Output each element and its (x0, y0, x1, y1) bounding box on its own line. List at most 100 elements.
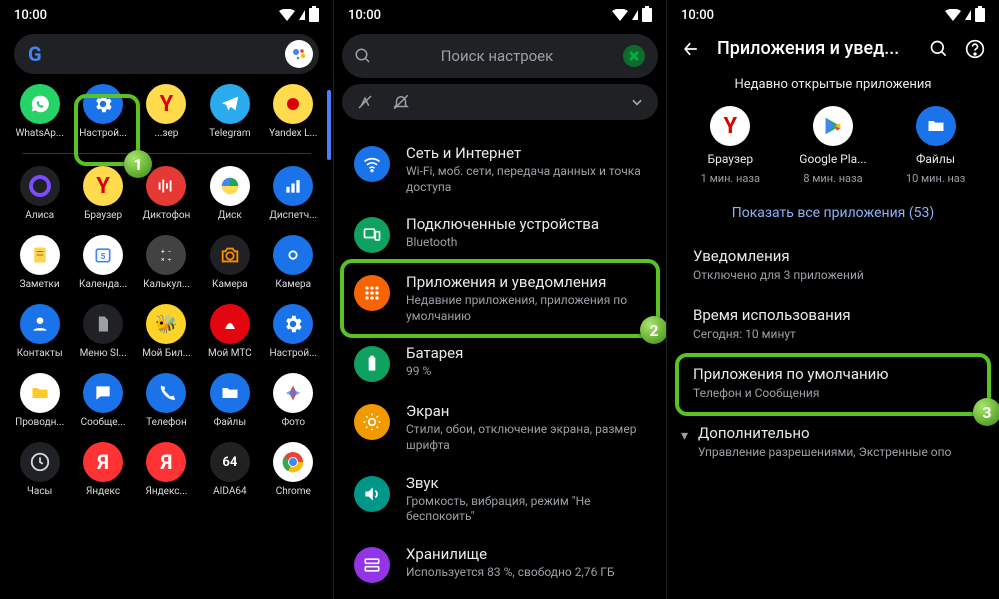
settings-subtitle: Стили, обои, отключение экрана, размер ш… (406, 422, 646, 453)
settings-title: Экран (406, 402, 646, 420)
app-label: Telegram (201, 128, 259, 139)
pref-title: Уведомления (693, 247, 973, 265)
app-Заметки[interactable]: Заметки (11, 235, 69, 290)
help-icon[interactable] (965, 39, 985, 59)
settings-title: Хранилище (406, 545, 615, 563)
wifi-icon (945, 9, 961, 21)
pref-subtitle: Телефон и Сообщения (693, 386, 973, 400)
pref-row-3[interactable]: ▾ДополнительноУправление разрешениями, Э… (667, 414, 999, 473)
app-Фото[interactable]: Фото (264, 373, 322, 428)
app-icon (210, 373, 250, 413)
app-sub: 10 мин. наз (896, 172, 976, 185)
app-Контакты[interactable]: Контакты (11, 304, 69, 359)
app-label: WhatsAp... (11, 128, 69, 139)
app-icon (83, 304, 123, 344)
app-icon (273, 442, 313, 482)
app-label: Фото (264, 417, 322, 428)
settings-row-3[interactable]: Батарея99 % (334, 334, 666, 392)
settings-row-4[interactable]: Экран Стили, обои, отключение экрана, раз… (334, 392, 666, 463)
app-icon (273, 235, 313, 275)
app-Яндекс...[interactable]: ЯЯндекс... (137, 442, 195, 497)
app-label: AIDA64 (201, 486, 259, 497)
settings-subtitle: Bluetooth (406, 235, 599, 251)
app-icon: Y (83, 166, 123, 206)
app-Камера[interactable]: Камера (201, 235, 259, 290)
settings-subtitle: Wi-Fi, моб. сети, передача данных и точк… (406, 164, 646, 195)
battery-icon (975, 8, 985, 22)
chevron-down-icon[interactable] (630, 95, 644, 109)
app-Калькул...[interactable]: +−×÷Калькул... (137, 235, 195, 290)
app-Настрой...[interactable]: Настрой... (264, 304, 322, 359)
pref-row-1[interactable]: Время использования Сегодня: 10 минут (667, 296, 999, 355)
app-Часы[interactable]: Часы (11, 442, 69, 497)
app-label: Диктофон (137, 210, 195, 221)
pref-title: Приложения по умолчанию (693, 365, 973, 383)
scroll-indicator[interactable] (327, 90, 331, 160)
app-Мой МТС[interactable]: Мой МТС (201, 304, 259, 359)
app-...зер[interactable]: Y...зер (137, 84, 195, 139)
wifi-icon (279, 9, 295, 21)
app-Диспетч...[interactable]: Диспетч... (264, 166, 322, 221)
app-label: Калькул... (137, 279, 195, 290)
app-Проводн...[interactable]: Проводн... (11, 373, 69, 428)
app-WhatsAp...[interactable]: WhatsAp... (11, 84, 69, 139)
status-bar: 10:00 (667, 0, 999, 28)
app-Сообще...[interactable]: Сообще... (74, 373, 132, 428)
settings-row-1[interactable]: Подключенные устройстваBluetooth (334, 205, 666, 263)
app-Диск[interactable]: Диск (201, 166, 259, 221)
app-label: Браузер (690, 152, 770, 166)
pref-subtitle: Сегодня: 10 минут (693, 327, 973, 341)
pref-title: Время использования (693, 306, 973, 324)
settings-row-0[interactable]: Сеть и ИнтернетWi-Fi, моб. сети, передач… (334, 134, 666, 205)
pref-row-2[interactable]: Приложения по умолчанию Телефон и Сообщен… (667, 355, 999, 414)
recent-app[interactable]: Файлы10 мин. наз (896, 106, 976, 185)
google-search-bar[interactable]: G (14, 34, 319, 74)
app-Chrome[interactable]: Chrome (264, 442, 322, 497)
app-Яндекс[interactable]: ЯЯндекс (74, 442, 132, 497)
app-label: Камера (201, 279, 259, 290)
app-Настрой...[interactable]: Настрой... (74, 84, 132, 139)
svg-text:×: × (161, 256, 165, 264)
app-label: Контакты (11, 348, 69, 359)
back-icon[interactable] (681, 39, 701, 59)
recent-app[interactable]: YБраузер1 мин. наза (690, 106, 770, 185)
app-icon: Y (710, 106, 750, 146)
app-Браузер[interactable]: YБраузер (74, 166, 132, 221)
app-Файлы[interactable]: Файлы (201, 373, 259, 428)
assistant-icon[interactable] (285, 40, 313, 68)
app-Yandex L...[interactable]: Yandex L... (264, 84, 322, 139)
battery-icon (309, 8, 319, 22)
app-Календа...[interactable]: 5Календа... (74, 235, 132, 290)
search-icon[interactable] (929, 39, 949, 59)
app-Telegram[interactable]: Telegram (201, 84, 259, 139)
header: Приложения и увед... (667, 28, 999, 67)
settings-row-2[interactable]: Приложения и уведомленияНедавние приложе… (334, 263, 666, 334)
settings-row-6[interactable]: ХранилищеИспользуется 83 %, свободно 2,7… (334, 535, 666, 593)
app-label: Камера (264, 279, 322, 290)
app-Алиса[interactable]: Алиса (11, 166, 69, 221)
recent-app[interactable]: Google Pla...8 мин. наза (793, 106, 873, 185)
app-label: Настрой... (264, 348, 322, 359)
data-off-icon[interactable] (356, 93, 374, 111)
app-label: Меню SI... (74, 348, 132, 359)
app-Камера[interactable]: Камера (264, 235, 322, 290)
avatar-icon[interactable] (622, 44, 646, 68)
app-AIDA64[interactable]: 64 AIDA64 (201, 442, 259, 497)
settings-row-5[interactable]: ЗвукГромкость, вибрация, режим "Не беспо… (334, 464, 666, 535)
app-Мой Бил...[interactable]: 🐝Мой Бил... (137, 304, 195, 359)
app-Меню SI...[interactable]: Меню SI... (74, 304, 132, 359)
show-all-apps-link[interactable]: Показать все приложения (53) (667, 195, 999, 237)
bell-off-icon[interactable] (392, 93, 410, 111)
app-label: Yandex L... (264, 128, 322, 139)
quick-settings-strip[interactable] (342, 84, 658, 120)
app-icon: 64 (210, 442, 250, 482)
pref-row-0[interactable]: УведомленияОтключено для 3 приложений (667, 237, 999, 296)
app-icon (146, 166, 186, 206)
app-Телефон[interactable]: Телефон (137, 373, 195, 428)
app-label: Часы (11, 486, 69, 497)
app-label: ...зер (137, 128, 195, 139)
settings-search[interactable]: Поиск настроек (342, 34, 658, 78)
settings-icon (354, 217, 390, 253)
app-icon (273, 304, 313, 344)
battery-icon (642, 8, 652, 22)
